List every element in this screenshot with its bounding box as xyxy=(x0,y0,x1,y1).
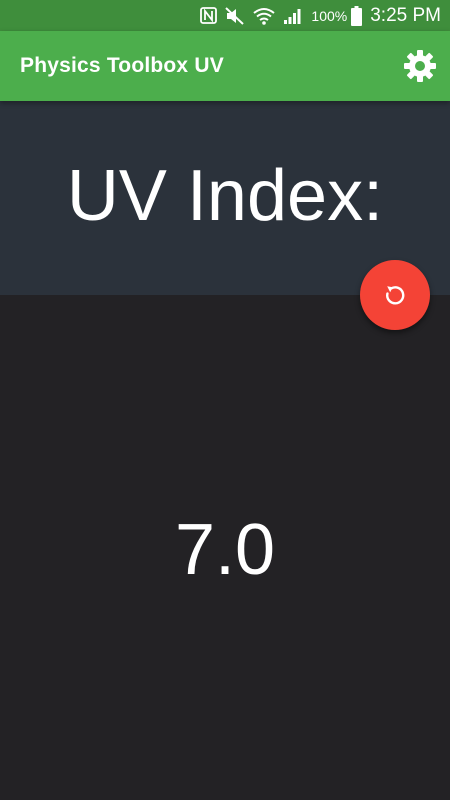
refresh-icon xyxy=(386,286,405,305)
app-title: Physics Toolbox UV xyxy=(20,54,224,77)
battery-icon xyxy=(351,0,363,31)
nfc-icon xyxy=(200,0,218,31)
app-screen: 100% 3:25 PM Physics Toolbox UV UV Index… xyxy=(0,0,450,800)
status-time: 3:25 PM xyxy=(370,4,441,26)
mute-icon xyxy=(225,0,245,31)
status-bar: 100% 3:25 PM xyxy=(0,0,450,31)
app-bar: Physics Toolbox UV xyxy=(0,31,450,101)
signal-icon xyxy=(283,0,303,31)
wifi-icon xyxy=(253,0,276,31)
gear-icon xyxy=(404,50,436,82)
battery-percent: 100% xyxy=(311,7,348,24)
reset-button[interactable] xyxy=(360,260,430,330)
settings-button[interactable] xyxy=(402,48,438,84)
uv-index-heading: UV Index: xyxy=(66,156,384,236)
uv-index-value: 7.0 xyxy=(174,510,276,590)
